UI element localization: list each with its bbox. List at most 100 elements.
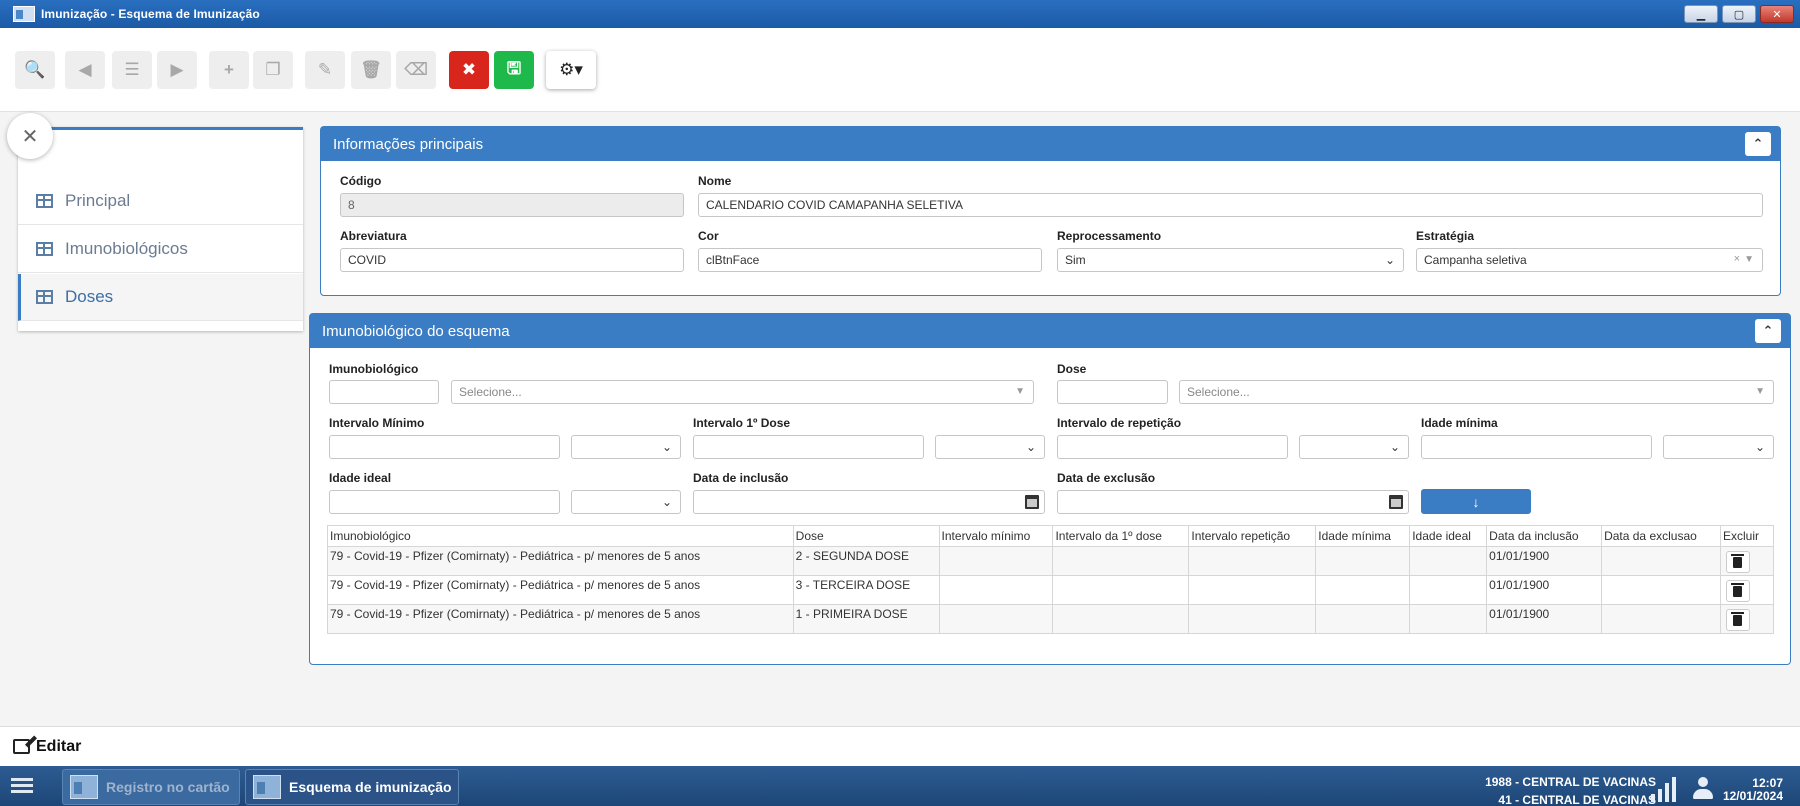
next-button[interactable]: ▶ (157, 51, 197, 89)
add-row-button[interactable]: ↓ (1421, 489, 1531, 514)
task-esquema-de-imunizacao[interactable]: Esquema de imunização (245, 769, 459, 805)
minimize-button[interactable]: ▁ (1684, 5, 1718, 23)
table-row[interactable]: 79 - Covid-19 - Pfizer (Comirnaty) - Ped… (327, 546, 1775, 576)
table-row[interactable]: 79 - Covid-19 - Pfizer (Comirnaty) - Ped… (327, 575, 1775, 605)
cell-data-exclusao (1601, 546, 1721, 576)
title-bar: Imunização - Esquema de Imunização ▁ ▢ ✕ (0, 0, 1800, 28)
close-window-button[interactable]: ✕ (1760, 5, 1794, 23)
imuno-panel: Imunobiológico do esquema ⌃ Imunobiológi… (309, 313, 1791, 665)
list-icon: ☰ (124, 60, 140, 79)
column-header[interactable]: Intervalo da 1º dose (1052, 525, 1190, 547)
table-icon (36, 290, 53, 304)
idade-minima-input[interactable] (1421, 435, 1652, 459)
clock-time: 12:07 (1752, 776, 1783, 790)
dose-select[interactable]: Selecione... ▼ (1179, 380, 1774, 404)
delete-row-button[interactable] (1725, 551, 1750, 573)
imunobiologico-placeholder: Selecione... (459, 385, 522, 399)
idade-ideal-input[interactable] (329, 490, 560, 514)
cell-dose: 2 - SEGUNDA DOSE (792, 546, 940, 576)
reprocessamento-select[interactable]: Sim ⌄ (1057, 248, 1404, 272)
idade-ideal-unit-select[interactable]: ⌄ (571, 490, 681, 514)
search-button[interactable]: 🔍 (15, 51, 55, 89)
collapse-button[interactable]: ⌃ (1745, 132, 1771, 156)
column-header[interactable]: Excluir (1719, 525, 1775, 547)
intervalo-1-dose-unit-select[interactable]: ⌄ (935, 435, 1045, 459)
close-sidebar-button[interactable]: ✕ (7, 113, 53, 159)
table-row[interactable]: 79 - Covid-19 - Pfizer (Comirnaty) - Ped… (327, 604, 1775, 634)
cell-intervalo-minimo (938, 546, 1054, 576)
column-header[interactable]: Idade mínima (1315, 525, 1411, 547)
column-header[interactable]: Data da inclusão (1486, 525, 1603, 547)
idade-minima-unit-select[interactable]: ⌄ (1663, 435, 1774, 459)
data-inclusao-input[interactable] (693, 490, 1045, 514)
estrategia-value: Campanha seletiva (1424, 253, 1527, 267)
app-icon (13, 6, 35, 22)
imunobiologico-label: Imunobiológico (329, 362, 419, 376)
sidebar-item-principal[interactable]: Principal (18, 178, 303, 225)
window-icon (70, 775, 98, 799)
estrategia-select[interactable]: Campanha seletiva × ▼ (1416, 248, 1763, 272)
toolbar: 🔍 ◀ ☰ ▶ + ❐ ✎ 🗑 ⌫ ✖ 🖫 ⚙▾ (0, 28, 1800, 112)
task-label: Esquema de imunização (289, 779, 452, 795)
intervalo-1-dose-input[interactable] (693, 435, 924, 459)
cor-field[interactable]: clBtnFace (698, 248, 1042, 272)
abreviatura-field[interactable]: COVID (340, 248, 684, 272)
erase-button[interactable]: ⌫ (396, 51, 436, 89)
nome-value: CALENDARIO COVID CAMAPANHA SELETIVA (706, 198, 963, 212)
hamburger-menu-icon[interactable] (11, 778, 33, 794)
new-button[interactable]: + (209, 51, 249, 89)
delete-row-button[interactable] (1725, 609, 1750, 631)
nome-field[interactable]: CALENDARIO COVID CAMAPANHA SELETIVA (698, 193, 1763, 217)
cell-dose: 1 - PRIMEIRA DOSE (792, 604, 940, 634)
data-exclusao-label: Data de exclusão (1057, 471, 1156, 485)
dose-label: Dose (1057, 362, 1087, 376)
imunobiologico-select[interactable]: Selecione... ▼ (451, 380, 1034, 404)
trash-icon (1731, 582, 1745, 597)
maximize-button[interactable]: ▢ (1722, 5, 1756, 23)
task-registro-no-cartao[interactable]: Registro no cartão (62, 769, 240, 805)
column-header[interactable]: Data da exclusao (1601, 525, 1721, 547)
codigo-field: 8 (340, 193, 684, 217)
cell-data-inclusao: 01/01/1900 (1486, 575, 1603, 605)
chevron-down-icon: ⌄ (1384, 253, 1395, 267)
cancel-button[interactable]: ✖ (449, 51, 489, 89)
sidebar-item-imunobiologicos[interactable]: Imunobiológicos (18, 226, 303, 273)
intervalo-repeticao-input[interactable] (1057, 435, 1288, 459)
previous-button[interactable]: ◀ (65, 51, 105, 89)
clear-icon[interactable]: × (1734, 253, 1740, 265)
trash-icon: 🗑 (360, 60, 382, 79)
column-header[interactable]: Idade ideal (1409, 525, 1488, 547)
column-header[interactable]: Intervalo mínimo (938, 525, 1054, 547)
intervalo-minimo-input[interactable] (329, 435, 560, 459)
sidebar-item-doses[interactable]: Doses (18, 274, 303, 321)
sidebar: Principal Imunobiológicos Doses (18, 127, 303, 331)
table-icon (36, 242, 53, 256)
list-button[interactable]: ☰ (112, 51, 152, 89)
intervalo-minimo-unit-select[interactable]: ⌄ (571, 435, 681, 459)
delete-row-button[interactable] (1725, 580, 1750, 602)
chevron-up-icon: ⌃ (1752, 136, 1764, 151)
delete-button[interactable]: 🗑 (351, 51, 391, 89)
calendar-icon[interactable] (1025, 495, 1039, 509)
cell-idade-minima (1315, 575, 1411, 605)
window-controls: ▁ ▢ ✕ (1684, 5, 1794, 23)
edit-button[interactable]: ✎ (305, 51, 345, 89)
calendar-icon[interactable] (1389, 495, 1403, 509)
gear-icon: ⚙▾ (559, 60, 583, 79)
user-icon[interactable] (1690, 775, 1716, 801)
dose-code-input[interactable] (1057, 380, 1168, 404)
edit-mode-label: Editar (36, 737, 82, 755)
imunobiologico-code-input[interactable] (329, 380, 439, 404)
column-header[interactable]: Imunobiológico (327, 525, 794, 547)
column-header[interactable]: Dose (792, 525, 940, 547)
data-exclusao-input[interactable] (1057, 490, 1409, 514)
idade-minima-label: Idade mínima (1421, 416, 1498, 430)
intervalo-repeticao-unit-select[interactable]: ⌄ (1299, 435, 1409, 459)
collapse-button[interactable]: ⌃ (1755, 319, 1781, 343)
copy-button[interactable]: ❐ (253, 51, 293, 89)
column-header[interactable]: Intervalo repetição (1188, 525, 1317, 547)
save-button[interactable]: 🖫 (494, 51, 534, 89)
panel-title: Informações principais (333, 135, 484, 153)
clock-date: 12/01/2024 (1722, 789, 1783, 803)
settings-button[interactable]: ⚙▾ (546, 51, 596, 89)
